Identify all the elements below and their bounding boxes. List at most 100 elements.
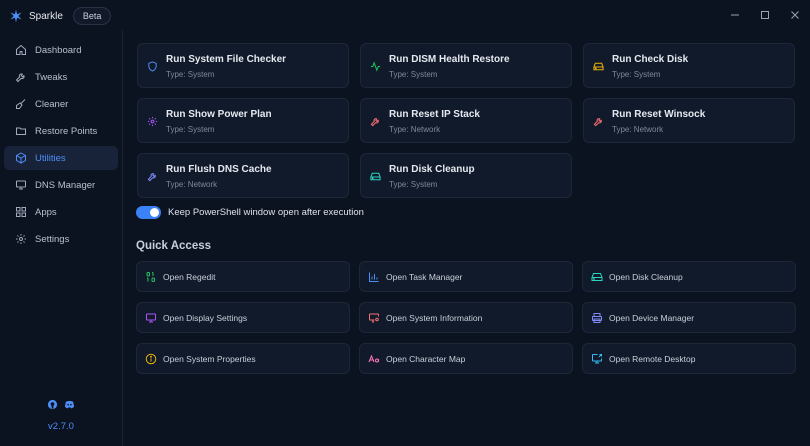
- utility-card-flush-dns-cache[interactable]: Run Flush DNS Cache Type: Network: [137, 153, 349, 198]
- gear-icon: [15, 233, 27, 245]
- utility-title: Run DISM Health Restore: [389, 54, 510, 65]
- sidebar-item-label: DNS Manager: [35, 179, 96, 191]
- utility-type: Type: System: [612, 70, 661, 79]
- monitor-cog-icon: [368, 312, 380, 324]
- sidebar-item-restore-points[interactable]: Restore Points: [4, 119, 118, 143]
- monitor-icon: [145, 312, 157, 324]
- sparkle-logo-icon: [9, 9, 23, 23]
- wrench-icon: [593, 116, 604, 127]
- app-version: v2.7.0: [48, 421, 74, 432]
- wrench-icon: [15, 71, 27, 83]
- quick-access-label: Open Device Manager: [609, 312, 695, 323]
- sidebar-item-label: Restore Points: [35, 125, 98, 137]
- title-bar: Sparkle Beta: [0, 0, 810, 30]
- quick-access-label: Open Disk Cleanup: [609, 271, 683, 282]
- utility-title: Run Flush DNS Cache: [166, 164, 272, 175]
- hard-drive-icon: [591, 271, 603, 283]
- quick-access-label: Open Display Settings: [163, 312, 248, 323]
- sidebar-item-label: Utilities: [35, 152, 66, 164]
- utility-type: Type: System: [166, 125, 215, 134]
- monitor-icon: [15, 179, 27, 191]
- binary-icon: [145, 271, 157, 283]
- sidebar-item-dashboard[interactable]: Dashboard: [4, 38, 118, 62]
- screen-share-icon: [591, 353, 603, 365]
- utility-title: Run Show Power Plan: [166, 109, 272, 120]
- sidebar-item-utilities[interactable]: Utilities: [4, 146, 118, 170]
- utility-card-system-file-checker[interactable]: Run System File Checker Type: System: [137, 43, 349, 88]
- quick-access-open-disk-cleanup[interactable]: Open Disk Cleanup: [582, 261, 796, 292]
- printer-icon: [591, 312, 603, 324]
- utility-title: Run Disk Cleanup: [389, 164, 475, 175]
- discord-icon[interactable]: [64, 397, 75, 415]
- minimize-icon: [731, 14, 739, 16]
- utility-card-reset-ip-stack[interactable]: Run Reset IP Stack Type: Network: [360, 98, 572, 143]
- utility-card-dism-health-restore[interactable]: Run DISM Health Restore Type: System: [360, 43, 572, 88]
- utility-card-show-power-plan[interactable]: Run Show Power Plan Type: System: [137, 98, 349, 143]
- toggle-knob: [150, 208, 159, 217]
- gear-icon: [147, 116, 158, 127]
- hard-drive-icon: [593, 61, 604, 72]
- quick-access-open-regedit[interactable]: Open Regedit: [136, 261, 350, 292]
- quick-access-label: Open Character Map: [386, 353, 466, 364]
- sidebar-item-label: Tweaks: [35, 71, 68, 83]
- quick-access-open-character-map[interactable]: Open Character Map: [359, 343, 573, 374]
- sidebar-item-tweaks[interactable]: Tweaks: [4, 65, 118, 89]
- quick-access-label: Open Regedit: [163, 271, 216, 282]
- close-icon: [791, 11, 799, 19]
- toggle-label: Keep PowerShell window open after execut…: [168, 207, 364, 218]
- utility-card-check-disk[interactable]: Run Check Disk Type: System: [583, 43, 795, 88]
- quick-access-open-device-manager[interactable]: Open Device Manager: [582, 302, 796, 333]
- close-button[interactable]: [780, 0, 810, 30]
- hard-drive-icon: [370, 171, 381, 182]
- utility-title: Run Check Disk: [612, 54, 689, 65]
- maximize-icon: [761, 11, 769, 19]
- github-icon[interactable]: [47, 397, 58, 415]
- utility-card-reset-winsock[interactable]: Run Reset Winsock Type: Network: [583, 98, 795, 143]
- utility-title: Run System File Checker: [166, 54, 287, 65]
- minimize-button[interactable]: [720, 0, 750, 30]
- info-icon: [145, 353, 157, 365]
- quick-access-label: Open System Properties: [163, 353, 256, 364]
- wrench-icon: [370, 116, 381, 127]
- keep-powershell-open-toggle[interactable]: [136, 206, 161, 219]
- broom-icon: [15, 98, 27, 110]
- utility-type: Type: Network: [612, 125, 664, 134]
- utility-type: Type: System: [166, 70, 215, 79]
- utility-type: Type: System: [389, 180, 438, 189]
- quick-access-open-system-properties[interactable]: Open System Properties: [136, 343, 350, 374]
- window-controls: [720, 0, 810, 30]
- beta-badge: Beta: [72, 7, 112, 25]
- quick-access-label: Open System Information: [386, 312, 483, 323]
- utility-title: Run Reset IP Stack: [389, 109, 480, 120]
- quick-access-label: Open Remote Desktop: [609, 353, 696, 364]
- quick-access-title: Quick Access: [136, 240, 212, 252]
- case-icon: [368, 353, 380, 365]
- box-icon: [15, 152, 27, 164]
- quick-access-open-remote-desktop[interactable]: Open Remote Desktop: [582, 343, 796, 374]
- app-name: Sparkle: [29, 10, 63, 22]
- sidebar-item-cleaner[interactable]: Cleaner: [4, 92, 118, 116]
- bar-chart-icon: [368, 271, 380, 283]
- sidebar-item-label: Dashboard: [35, 44, 82, 56]
- quick-access-open-display-settings[interactable]: Open Display Settings: [136, 302, 350, 333]
- sidebar-item-apps[interactable]: Apps: [4, 200, 118, 224]
- sidebar-item-label: Apps: [35, 206, 57, 218]
- sidebar-item-dns-manager[interactable]: DNS Manager: [4, 173, 118, 197]
- utility-type: Type: System: [389, 70, 438, 79]
- utility-card-disk-cleanup[interactable]: Run Disk Cleanup Type: System: [360, 153, 572, 198]
- brand: Sparkle Beta: [9, 7, 112, 25]
- activity-icon: [370, 61, 381, 72]
- sidebar-item-settings[interactable]: Settings: [4, 227, 118, 251]
- utility-type: Type: Network: [166, 180, 218, 189]
- sidebar-item-label: Settings: [35, 233, 70, 245]
- quick-access-open-system-information[interactable]: Open System Information: [359, 302, 573, 333]
- keep-powershell-open-row: Keep PowerShell window open after execut…: [136, 206, 364, 219]
- quick-access-open-task-manager[interactable]: Open Task Manager: [359, 261, 573, 292]
- grid-icon: [15, 206, 27, 218]
- home-icon: [15, 44, 27, 56]
- wrench-icon: [147, 171, 158, 182]
- folder-icon: [15, 125, 27, 137]
- sidebar-footer: v2.7.0: [0, 397, 122, 432]
- utility-type: Type: Network: [389, 125, 441, 134]
- maximize-button[interactable]: [750, 0, 780, 30]
